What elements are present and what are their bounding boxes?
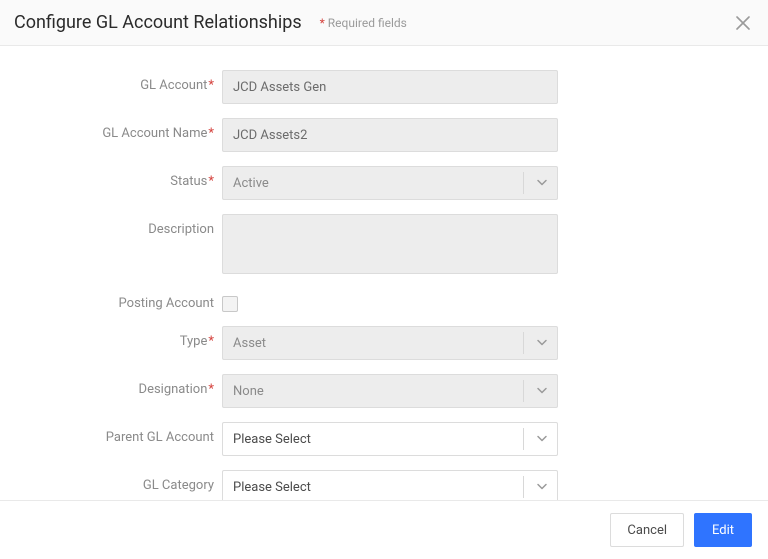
form-body: GL Account* JCD Assets Gen GL Account Na… xyxy=(0,46,768,528)
gl-account-field[interactable]: JCD Assets Gen xyxy=(222,70,558,104)
modal-footer: Cancel Edit xyxy=(0,500,768,559)
gl-account-name-field[interactable]: JCD Assets2 xyxy=(222,118,558,152)
label-status: Status* xyxy=(0,166,222,189)
modal-header: Configure GL Account Relationships * Req… xyxy=(0,0,768,46)
label-gl-category: GL Category xyxy=(0,470,222,493)
select-divider xyxy=(523,428,524,450)
label-description: Description xyxy=(0,214,222,237)
label-gl-account: GL Account* xyxy=(0,70,222,93)
label-posting-account: Posting Account xyxy=(0,288,222,311)
select-divider xyxy=(523,380,524,402)
close-icon[interactable] xyxy=(734,14,752,32)
posting-account-checkbox[interactable] xyxy=(222,296,238,312)
select-divider xyxy=(523,476,524,498)
required-text: Required fields xyxy=(325,16,407,30)
description-field[interactable] xyxy=(222,214,558,274)
gl-category-select[interactable]: Please Select xyxy=(222,470,558,504)
cancel-button[interactable]: Cancel xyxy=(610,513,684,547)
type-select[interactable]: Asset xyxy=(222,326,558,360)
status-select[interactable]: Active xyxy=(222,166,558,200)
designation-select[interactable]: None xyxy=(222,374,558,408)
required-fields-note: * Required fields xyxy=(320,16,407,30)
parent-gl-account-select[interactable]: Please Select xyxy=(222,422,558,456)
modal-title: Configure GL Account Relationships xyxy=(14,12,302,33)
label-parent-gl-account: Parent GL Account xyxy=(0,422,222,445)
label-type: Type* xyxy=(0,326,222,349)
label-gl-account-name: GL Account Name* xyxy=(0,118,222,141)
edit-button[interactable]: Edit xyxy=(694,513,752,547)
select-divider xyxy=(523,332,524,354)
select-divider xyxy=(523,172,524,194)
label-designation: Designation* xyxy=(0,374,222,397)
